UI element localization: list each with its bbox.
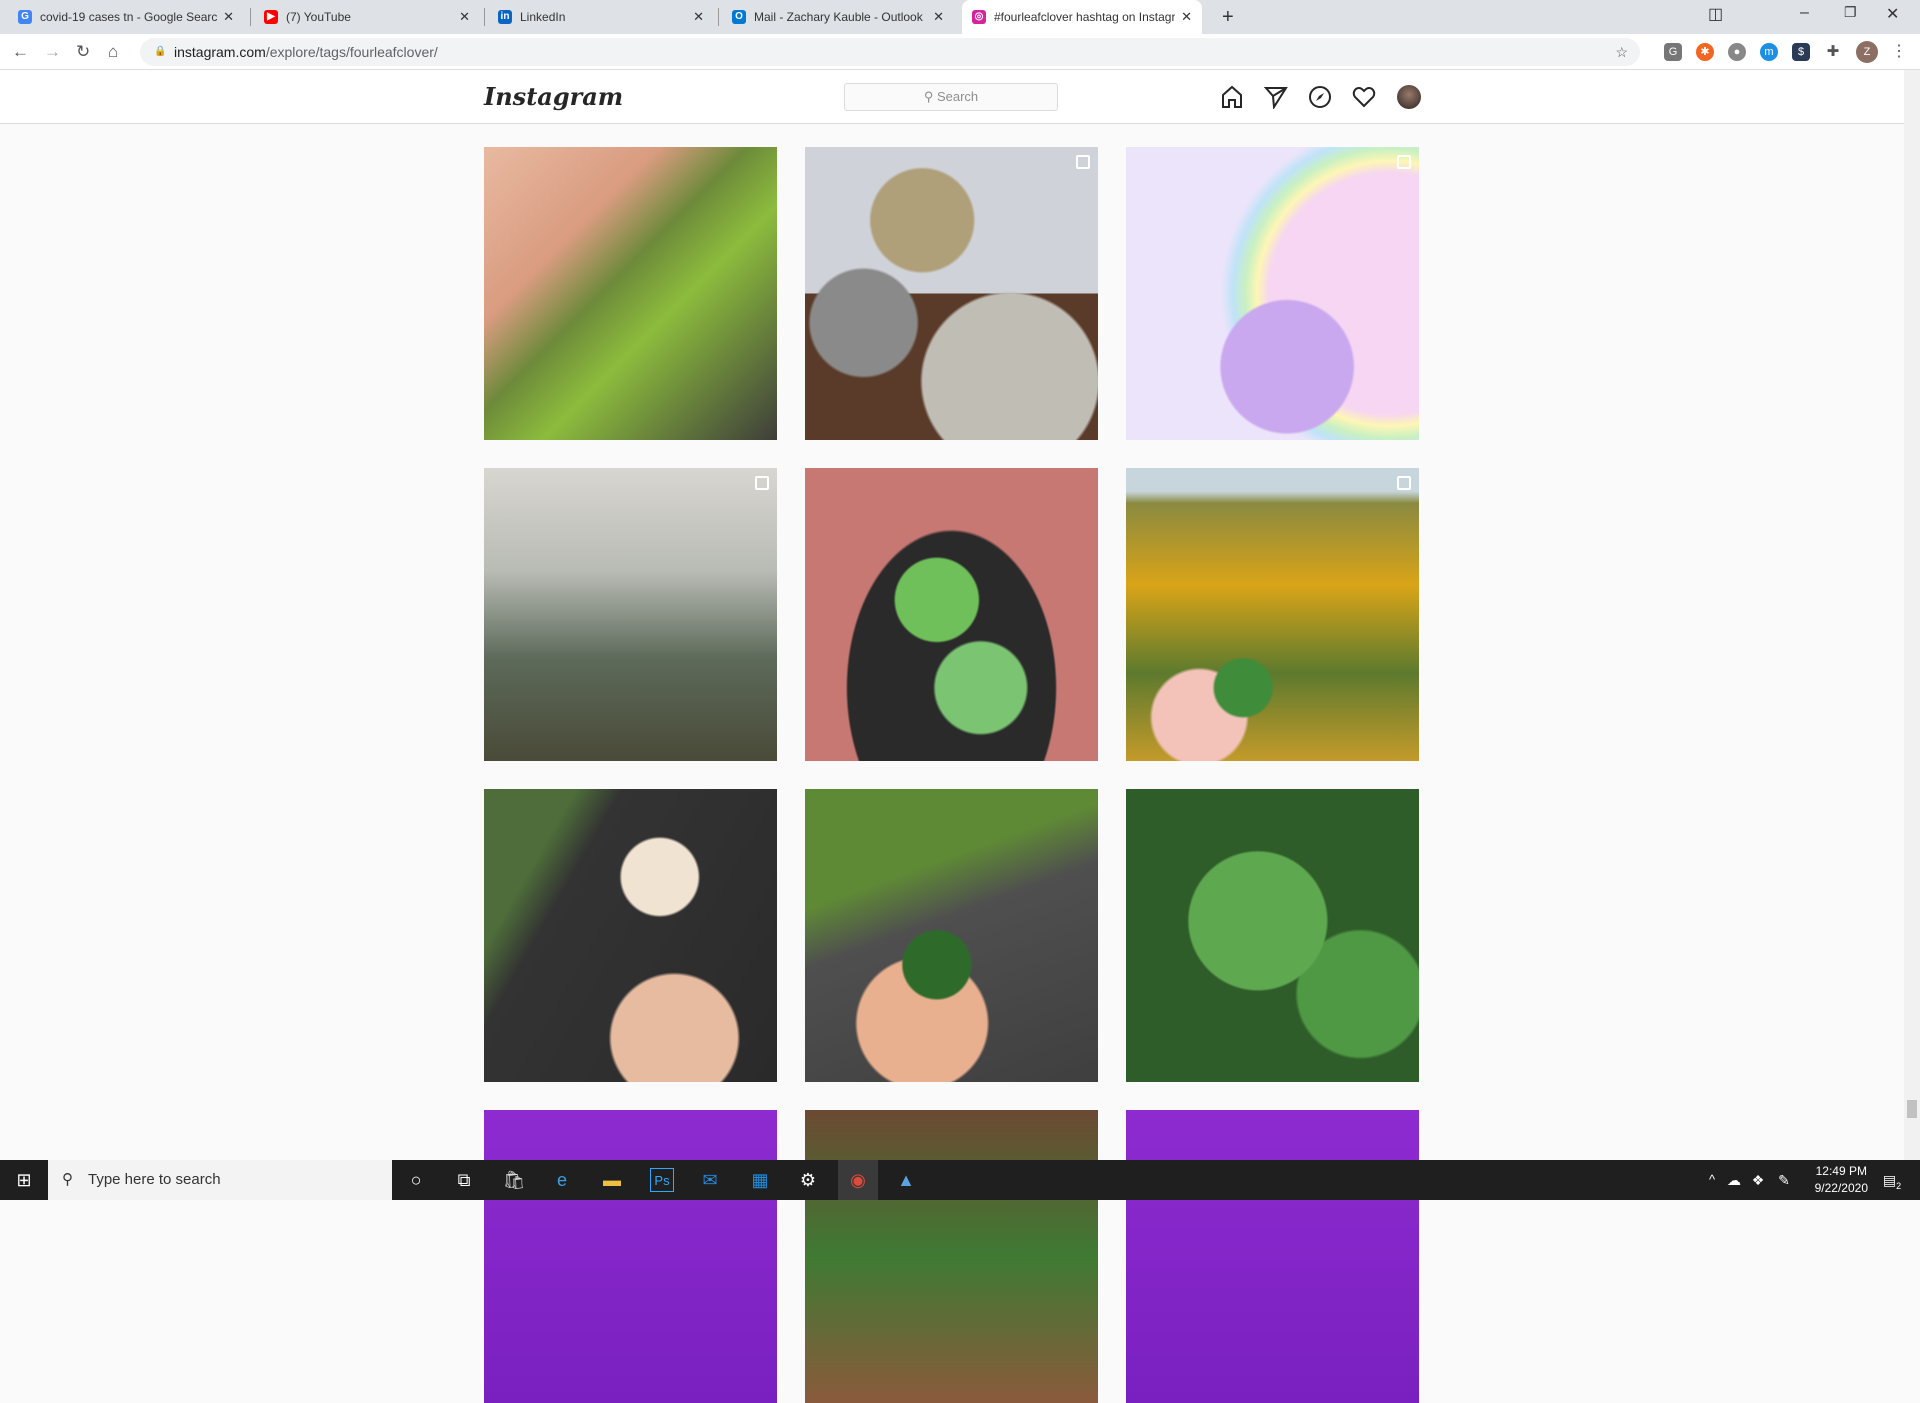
time: 12:49 PM (1815, 1164, 1867, 1178)
tab[interactable]: Gcovid-19 cases tn - Google Search ✕ (8, 0, 244, 34)
tab-title: (7) YouTube (286, 10, 351, 24)
calculator-icon[interactable]: ▦ (748, 1168, 772, 1192)
close-tab-icon[interactable]: ✕ (1181, 9, 1192, 25)
close-tab-icon[interactable]: ✕ (223, 9, 234, 25)
carousel-icon (755, 476, 769, 490)
tab[interactable]: ◎ #fourleafclover hashtag on Instagram ✕ (962, 0, 1202, 34)
dollar-extension-icon[interactable]: $ (1792, 43, 1810, 61)
lock-icon: 🔒 (154, 46, 167, 57)
settings-gear-icon[interactable]: ⚙ (796, 1168, 820, 1192)
taskbar-search-placeholder: Type here to search (88, 1171, 221, 1188)
post-thumbnail[interactable] (484, 789, 777, 1082)
photos-icon[interactable]: ▲ (894, 1168, 918, 1192)
tab-search-icon[interactable]: ◫ (1708, 4, 1723, 24)
taskbar-search-input[interactable]: ⚲ Type here to search (48, 1160, 392, 1200)
instagram-logo[interactable]: Instagram (484, 82, 623, 111)
profile-avatar[interactable] (1397, 85, 1421, 109)
extensions-puzzle-icon[interactable]: ✚ (1824, 43, 1842, 61)
lifebuoy-extension-icon[interactable]: ✱ (1696, 43, 1714, 61)
profile-avatar[interactable]: Z (1856, 41, 1878, 63)
tab-separator (250, 8, 251, 26)
windows-start-icon[interactable]: ⊞ (12, 1168, 36, 1192)
carousel-icon (1397, 155, 1411, 169)
explore-compass-icon[interactable] (1308, 85, 1332, 109)
google-icon: G (18, 10, 32, 24)
g-extension-icon[interactable]: G (1664, 43, 1682, 61)
tab[interactable]: ▶ (7) YouTube ✕ (254, 0, 480, 34)
pen-icon[interactable]: ✎ (1772, 1168, 1796, 1192)
activity-heart-icon[interactable] (1352, 85, 1376, 109)
task-view-icon[interactable]: ⧉ (452, 1168, 476, 1192)
new-tab-button[interactable]: + (1212, 0, 1244, 34)
show-hidden-icons-chevron[interactable]: ^ (1700, 1168, 1724, 1192)
instagram-icon: ◎ (972, 10, 986, 24)
search-icon: ⚲ (923, 89, 937, 104)
minimize-button[interactable]: – (1800, 4, 1809, 22)
address-bar-row: ← → ↻ ⌂ 🔒 instagram.com/explore/tags/fou… (0, 34, 1920, 70)
onedrive-icon[interactable]: ☁ (1722, 1168, 1746, 1192)
post-thumbnail[interactable] (1126, 147, 1419, 440)
home-icon[interactable] (1220, 85, 1244, 109)
search-placeholder: Search (936, 89, 979, 104)
menu-kebab-icon[interactable]: ⋮ (1890, 43, 1908, 61)
file-explorer-icon[interactable]: ▬ (600, 1168, 624, 1192)
store-icon[interactable]: 🛍 (502, 1168, 526, 1192)
post-thumbnail[interactable] (805, 1110, 1098, 1403)
taskbar: ⊞ ⚲ Type here to search ○ ⧉ 🛍 e ▬ Ps ✉ ▦ … (0, 1160, 1920, 1200)
post-thumbnail[interactable] (1126, 789, 1419, 1082)
tab-title: #fourleafclover hashtag on Instagram (994, 10, 1176, 24)
tab-title: covid-19 cases tn - Google Search (40, 10, 218, 24)
close-tab-icon[interactable]: ✕ (693, 9, 704, 25)
direct-message-icon[interactable] (1264, 85, 1288, 109)
search-input[interactable]: ⚲ Search (844, 83, 1058, 111)
post-thumbnail[interactable] (805, 147, 1098, 440)
dropbox-icon[interactable]: ❖ (1746, 1168, 1770, 1192)
url-host: instagram.com (174, 44, 266, 60)
back-icon[interactable]: ← (12, 42, 29, 62)
restore-button[interactable]: ❐ (1844, 4, 1857, 21)
home-icon[interactable]: ⌂ (108, 42, 118, 62)
tab-bar: Gcovid-19 cases tn - Google Search ✕ ▶ (7) … (0, 0, 1920, 34)
post-thumbnail[interactable] (805, 789, 1098, 1082)
linkedin-icon: in (498, 10, 512, 24)
chrome-icon[interactable]: ◉ (838, 1160, 878, 1200)
bank-extension-icon[interactable]: m (1760, 43, 1778, 61)
post-thumbnail[interactable] (805, 468, 1098, 761)
tab-title: Mail - Zachary Kauble - Outlook (754, 10, 923, 24)
edge-icon[interactable]: e (550, 1168, 574, 1192)
carousel-icon (1076, 155, 1090, 169)
search-icon: ⚲ (62, 1171, 73, 1188)
post-thumbnail[interactable] (484, 468, 777, 761)
post-thumbnail[interactable] (1126, 1110, 1419, 1403)
outlook-icon: O (732, 10, 746, 24)
url-input[interactable]: 🔒 instagram.com/explore/tags/fourleafclo… (140, 38, 1640, 66)
tab-separator (718, 8, 719, 26)
tab-separator (484, 8, 485, 26)
forward-icon[interactable]: → (44, 42, 61, 62)
circle-extension-icon[interactable]: ● (1728, 43, 1746, 61)
instagram-header: Instagram ⚲ Search (0, 70, 1904, 124)
photoshop-icon[interactable]: Ps (650, 1168, 674, 1192)
date: 9/22/2020 (1814, 1181, 1868, 1195)
close-tab-icon[interactable]: ✕ (933, 9, 944, 25)
scrollbar[interactable] (1904, 70, 1920, 1160)
tab-title: LinkedIn (520, 10, 566, 24)
close-tab-icon[interactable]: ✕ (459, 9, 470, 25)
youtube-icon: ▶ (264, 10, 278, 24)
tab[interactable]: O Mail - Zachary Kauble - Outlook ✕ (722, 0, 954, 34)
notifications-icon[interactable]: ▤2 (1880, 1168, 1904, 1192)
url-path: /explore/tags/fourleafclover/ (265, 44, 438, 60)
mail-icon[interactable]: ✉ (698, 1168, 722, 1192)
tab[interactable]: in LinkedIn ✕ (488, 0, 714, 34)
bookmark-star-icon[interactable]: ☆ (1615, 38, 1628, 66)
clock[interactable]: 12:49 PM 9/22/2020 (1815, 1163, 1868, 1197)
close-window-button[interactable]: ✕ (1886, 4, 1899, 24)
post-thumbnail[interactable] (1126, 468, 1419, 761)
reload-icon[interactable]: ↻ (76, 42, 90, 62)
carousel-icon (1397, 476, 1411, 490)
post-thumbnail[interactable] (484, 1110, 777, 1403)
cortana-icon[interactable]: ○ (404, 1168, 428, 1192)
scrollbar-thumb[interactable] (1907, 1100, 1917, 1118)
post-thumbnail[interactable] (484, 147, 777, 440)
